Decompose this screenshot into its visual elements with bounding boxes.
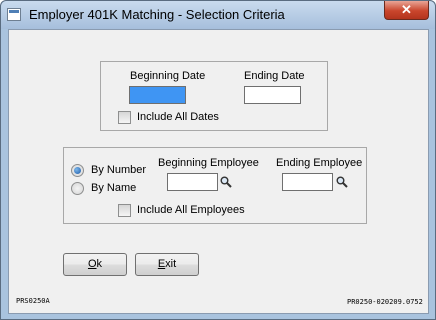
ending-date-label: Ending Date: [244, 70, 305, 82]
exit-label-rest: xit: [165, 258, 177, 270]
by-number-label[interactable]: By Number: [91, 164, 146, 176]
ending-employee-label: Ending Employee: [276, 157, 363, 169]
include-all-employees-label[interactable]: Include All Employees: [137, 204, 245, 216]
by-number-radio[interactable]: [71, 164, 84, 177]
ending-date-field[interactable]: [244, 86, 301, 104]
include-all-dates-checkbox[interactable]: [118, 111, 131, 124]
version-code: PR0250-020209.0752: [347, 298, 423, 306]
window-title: Employer 401K Matching - Selection Crite…: [29, 7, 285, 22]
close-button[interactable]: ✕: [384, 1, 429, 20]
program-code: PRS0250A: [16, 297, 50, 305]
beginning-employee-label: Beginning Employee: [158, 157, 259, 169]
beginning-employee-field[interactable]: [167, 173, 218, 191]
ending-employee-field[interactable]: [282, 173, 333, 191]
beginning-employee-lookup-icon[interactable]: [220, 176, 232, 188]
title-bar[interactable]: Employer 401K Matching - Selection Crite…: [1, 1, 435, 29]
employee-range-group: By Number By Name Beginning Employee End…: [63, 147, 367, 224]
dialog-window: Employer 401K Matching - Selection Crite…: [0, 0, 436, 320]
exit-button[interactable]: Exit: [135, 253, 199, 276]
beginning-date-label: Beginning Date: [130, 70, 206, 82]
ok-button[interactable]: Ok: [63, 253, 127, 276]
by-name-radio[interactable]: [71, 182, 84, 195]
by-name-label[interactable]: By Name: [91, 182, 136, 194]
ending-employee-lookup-icon[interactable]: [336, 176, 348, 188]
include-all-employees-checkbox[interactable]: [118, 204, 131, 217]
include-all-dates-label[interactable]: Include All Dates: [137, 111, 219, 123]
client-area: Beginning Date Ending Date Include All D…: [8, 29, 429, 314]
date-range-group: Beginning Date Ending Date Include All D…: [100, 61, 328, 131]
app-icon: [7, 8, 21, 21]
beginning-date-field[interactable]: [129, 86, 186, 104]
ok-accelerator: O: [87, 258, 97, 270]
ok-label-rest: k: [96, 258, 103, 270]
